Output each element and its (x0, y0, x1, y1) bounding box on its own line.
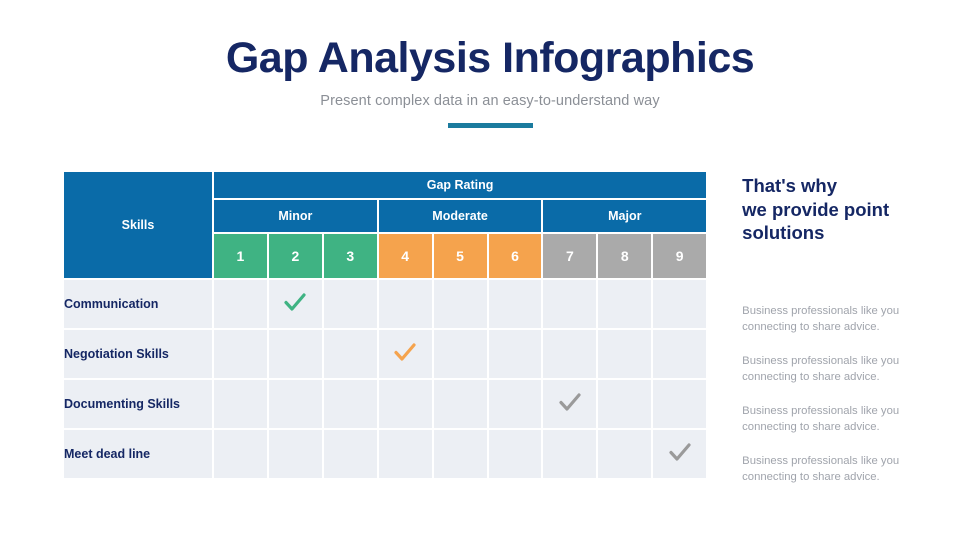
rating-cell-9[interactable] (653, 430, 707, 478)
rating-number-2[interactable]: 2 (268, 234, 322, 278)
rating-cell-2[interactable] (268, 280, 322, 328)
rating-cell-1[interactable] (214, 380, 267, 428)
matrix-header-row-1: Skills Gap Rating (64, 172, 707, 278)
rating-cell-4[interactable] (378, 330, 432, 378)
table-row: Communication (64, 280, 707, 328)
skill-label-cell: Negotiation Skills (64, 330, 212, 378)
side-panel-notes: Business professionals like you connecti… (742, 303, 980, 503)
rating-cell-9[interactable] (653, 280, 707, 328)
rating-cell-1[interactable] (214, 280, 267, 328)
rating-cell-3[interactable] (323, 330, 377, 378)
rating-cell-9[interactable] (653, 380, 707, 428)
table-row: Meet dead line (64, 430, 707, 478)
rating-cell-6[interactable] (488, 430, 542, 478)
gap-rating-header-cell: Gap Rating (214, 172, 707, 198)
rating-cell-7[interactable] (543, 430, 597, 478)
rating-cell-5[interactable] (433, 380, 487, 428)
rating-number-3[interactable]: 3 (323, 234, 377, 278)
rating-number-7[interactable]: 7 (543, 234, 597, 278)
side-note: Business professionals like you connecti… (742, 355, 900, 384)
side-note: Business professionals like you connecti… (742, 305, 900, 334)
rating-cell-3[interactable] (323, 430, 377, 478)
skills-header-cell: Skills (64, 172, 212, 278)
rating-cell-4[interactable] (378, 280, 432, 328)
main-content: Skills Gap Rating Minor Moderate Major 1 2 3 4 5 6… (0, 170, 980, 503)
side-panel-heading: That's why we provide point solutions (742, 175, 890, 244)
check-icon (282, 289, 308, 315)
band-header-moderate: Moderate (378, 200, 542, 232)
side-note: Business professionals like you connecti… (742, 405, 900, 434)
rating-number-8[interactable]: 8 (598, 234, 652, 278)
title-accent-rule (447, 123, 533, 129)
rating-cell-6[interactable] (488, 380, 542, 428)
skill-label-cell: Communication (64, 280, 212, 328)
rating-cell-3[interactable] (323, 380, 377, 428)
rating-cell-5[interactable] (433, 330, 487, 378)
band-header-minor: Minor (214, 200, 377, 232)
page-header: Gap Analysis Infographics Present comple… (0, 0, 980, 129)
check-icon (557, 389, 583, 415)
rating-cell-7[interactable] (543, 380, 597, 428)
rating-cell-4[interactable] (378, 380, 432, 428)
side-panel: That's why we provide point solutions Bu… (742, 170, 980, 503)
check-icon (667, 439, 693, 465)
gap-analysis-matrix: Skills Gap Rating Minor Moderate Major 1 2 3 4 5 6… (62, 170, 708, 480)
rating-number-9[interactable]: 9 (653, 234, 707, 278)
rating-cell-8[interactable] (598, 330, 652, 378)
page-subtitle: Present complex data in an easy-to-under… (320, 93, 660, 110)
rating-number-6[interactable]: 6 (488, 234, 542, 278)
side-note: Business professionals like you connecti… (742, 455, 900, 484)
skill-label-cell: Documenting Skills (64, 380, 212, 428)
rating-cell-4[interactable] (378, 430, 432, 478)
rating-cell-7[interactable] (543, 330, 597, 378)
rating-cell-1[interactable] (214, 430, 267, 478)
rating-cell-7[interactable] (543, 280, 597, 328)
rating-cell-3[interactable] (323, 280, 377, 328)
page-title: Gap Analysis Infographics (225, 34, 755, 82)
table-row: Negotiation Skills (64, 330, 707, 378)
rating-cell-8[interactable] (598, 430, 652, 478)
rating-cell-8[interactable] (598, 280, 652, 328)
check-icon (392, 339, 418, 365)
rating-number-5[interactable]: 5 (433, 234, 487, 278)
rating-cell-9[interactable] (653, 330, 707, 378)
rating-cell-2[interactable] (268, 430, 322, 478)
rating-cell-6[interactable] (488, 280, 542, 328)
rating-cell-5[interactable] (433, 430, 487, 478)
table-row: Documenting Skills (64, 380, 707, 428)
rating-cell-5[interactable] (433, 280, 487, 328)
rating-cell-2[interactable] (268, 330, 322, 378)
rating-number-4[interactable]: 4 (378, 234, 432, 278)
rating-cell-2[interactable] (268, 380, 322, 428)
rating-cell-6[interactable] (488, 330, 542, 378)
rating-cell-8[interactable] (598, 380, 652, 428)
skill-label-cell: Meet dead line (64, 430, 212, 478)
rating-cell-1[interactable] (214, 330, 267, 378)
band-header-major: Major (543, 200, 707, 232)
rating-number-1[interactable]: 1 (214, 234, 267, 278)
